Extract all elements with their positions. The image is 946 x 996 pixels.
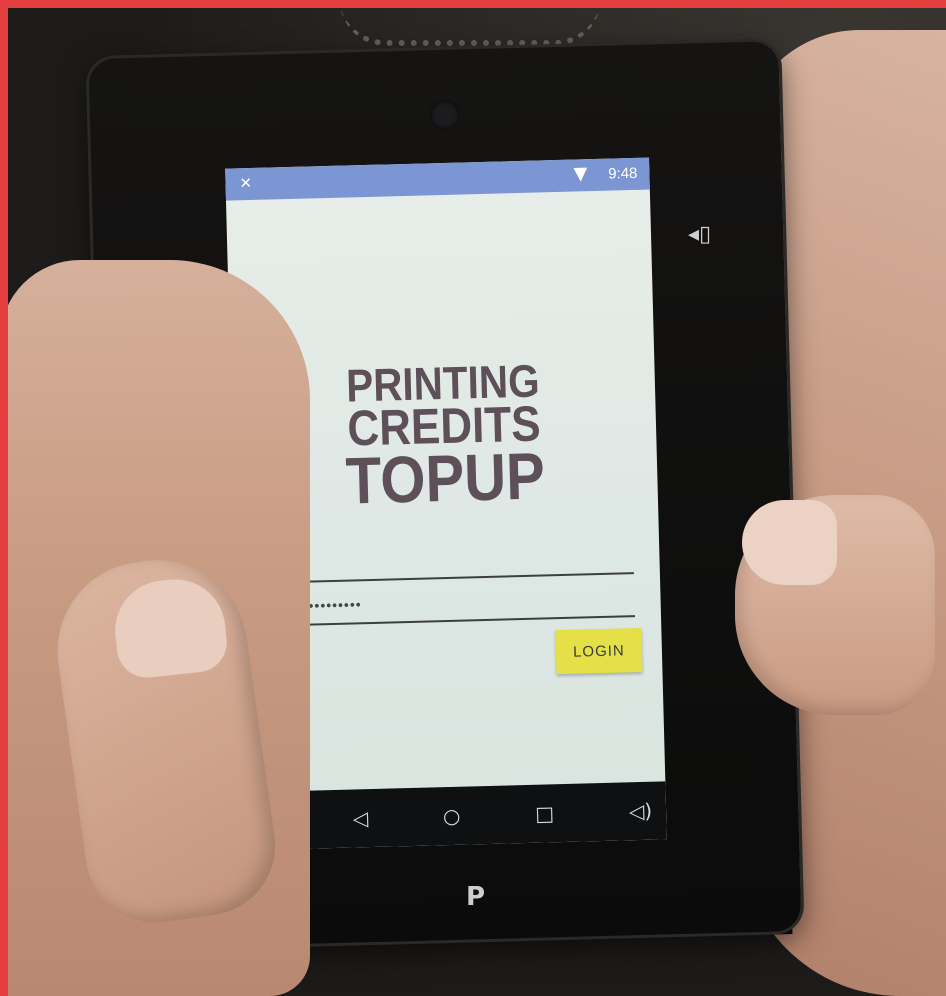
password-field[interactable]: ••••••••••: [298, 583, 636, 626]
wifi-icon: ▼: [573, 163, 588, 185]
right-thumbnail: [742, 500, 837, 585]
username-field[interactable]: [297, 540, 634, 583]
device-logo-icon: P: [466, 882, 486, 912]
status-time: 9:48: [607, 164, 638, 183]
recents-icon[interactable]: □: [535, 801, 555, 825]
home-icon[interactable]: ○: [443, 804, 461, 828]
back-icon[interactable]: ◁: [352, 806, 368, 830]
login-button[interactable]: LOGIN: [555, 627, 643, 675]
volume-up-icon[interactable]: ◁): [629, 799, 653, 824]
front-camera: [430, 100, 460, 130]
card-slot-icon: ◂▯: [688, 222, 712, 247]
title-line-topup: TOPUP: [344, 438, 546, 518]
background-cable: [340, 0, 600, 46]
notification-icon: ✕: [239, 173, 253, 193]
